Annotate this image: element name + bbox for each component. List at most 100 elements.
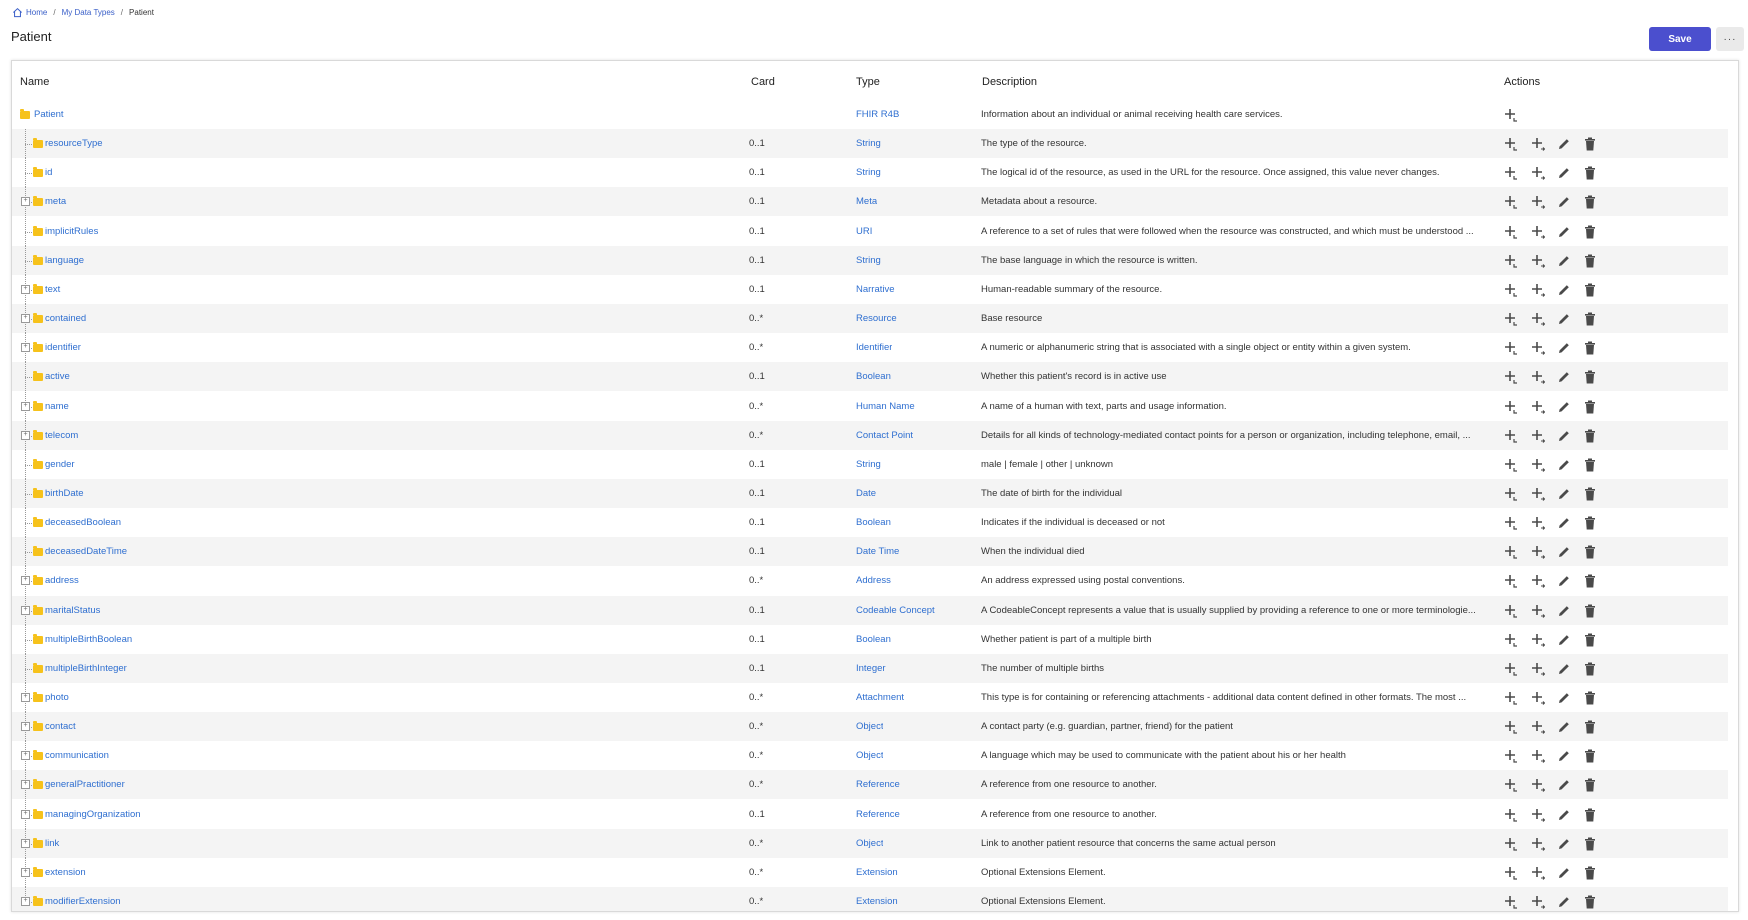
trash-icon[interactable] <box>1582 282 1598 298</box>
pencil-icon[interactable] <box>1556 719 1572 735</box>
add-child-icon[interactable] <box>1503 632 1519 648</box>
add-sibling-icon[interactable] <box>1530 282 1546 298</box>
table-row[interactable]: deceasedDateTime 0..1 Date Time When the in… <box>12 537 1728 567</box>
expand-toggle-icon[interactable]: + <box>21 809 30 819</box>
table-row[interactable]: + contained 0..* Resource Base resource <box>12 304 1728 334</box>
pencil-icon[interactable] <box>1556 544 1572 560</box>
node-name-link[interactable]: link <box>45 838 59 849</box>
pencil-icon[interactable] <box>1556 136 1572 152</box>
expand-toggle-icon[interactable]: + <box>21 576 30 586</box>
add-sibling-icon[interactable] <box>1530 836 1546 852</box>
add-sibling-icon[interactable] <box>1530 632 1546 648</box>
pencil-icon[interactable] <box>1556 165 1572 181</box>
type-link[interactable]: Human Name <box>856 401 915 412</box>
trash-icon[interactable] <box>1582 428 1598 444</box>
table-row[interactable]: + communication 0..* Object A language which… <box>12 741 1728 771</box>
table-row[interactable]: + extension 0..* Extension Optional Extensio… <box>12 857 1728 887</box>
pencil-icon[interactable] <box>1556 632 1572 648</box>
add-child-icon[interactable] <box>1503 719 1519 735</box>
pencil-icon[interactable] <box>1556 690 1572 706</box>
add-child-icon[interactable] <box>1503 399 1519 415</box>
trash-icon[interactable] <box>1582 369 1598 385</box>
expand-toggle-icon[interactable]: + <box>21 197 30 207</box>
pencil-icon[interactable] <box>1556 311 1572 327</box>
add-sibling-icon[interactable] <box>1530 690 1546 706</box>
type-link[interactable]: Extension <box>856 896 898 907</box>
add-sibling-icon[interactable] <box>1530 369 1546 385</box>
type-link[interactable]: URI <box>856 226 872 237</box>
trash-icon[interactable] <box>1582 340 1598 356</box>
pencil-icon[interactable] <box>1556 253 1572 269</box>
add-sibling-icon[interactable] <box>1530 428 1546 444</box>
trash-icon[interactable] <box>1582 836 1598 852</box>
trash-icon[interactable] <box>1582 807 1598 823</box>
type-link[interactable]: Identifier <box>856 342 892 353</box>
expand-toggle-icon[interactable]: + <box>21 897 30 907</box>
add-child-icon[interactable] <box>1503 311 1519 327</box>
pencil-icon[interactable] <box>1556 865 1572 881</box>
add-child-icon[interactable] <box>1503 486 1519 502</box>
trash-icon[interactable] <box>1582 486 1598 502</box>
breadcrumb-my-data-types-link[interactable]: My Data Types <box>62 8 115 17</box>
table-row[interactable]: Patient FHIR R4B Information about an indi… <box>12 100 1728 129</box>
add-sibling-icon[interactable] <box>1530 573 1546 589</box>
node-name-link[interactable]: multipleBirthBoolean <box>45 634 132 645</box>
trash-icon[interactable] <box>1582 136 1598 152</box>
node-name-link[interactable]: implicitRules <box>45 226 98 237</box>
trash-icon[interactable] <box>1582 457 1598 473</box>
add-child-icon[interactable] <box>1503 107 1519 123</box>
trash-icon[interactable] <box>1582 777 1598 793</box>
pencil-icon[interactable] <box>1556 282 1572 298</box>
type-link[interactable]: Integer <box>856 663 886 674</box>
trash-icon[interactable] <box>1582 894 1598 910</box>
add-child-icon[interactable] <box>1503 573 1519 589</box>
add-child-icon[interactable] <box>1503 603 1519 619</box>
node-name-link[interactable]: contained <box>45 313 86 324</box>
add-sibling-icon[interactable] <box>1530 777 1546 793</box>
table-row[interactable]: + identifier 0..* Identifier A numeric or al… <box>12 333 1728 363</box>
type-link[interactable]: Boolean <box>856 517 891 528</box>
expand-toggle-icon[interactable]: + <box>21 867 30 877</box>
add-child-icon[interactable] <box>1503 457 1519 473</box>
add-sibling-icon[interactable] <box>1530 194 1546 210</box>
type-link[interactable]: String <box>856 255 881 266</box>
type-link[interactable]: Object <box>856 750 883 761</box>
add-sibling-icon[interactable] <box>1530 165 1546 181</box>
type-link[interactable]: FHIR R4B <box>856 109 899 120</box>
add-sibling-icon[interactable] <box>1530 311 1546 327</box>
node-name-link[interactable]: extension <box>45 867 86 878</box>
type-link[interactable]: Reference <box>856 809 900 820</box>
add-child-icon[interactable] <box>1503 865 1519 881</box>
expand-toggle-icon[interactable]: + <box>21 401 30 411</box>
table-row[interactable]: deceasedBoolean 0..1 Boolean Indicates if t… <box>12 508 1728 538</box>
node-name-link[interactable]: multipleBirthInteger <box>45 663 127 674</box>
table-row[interactable]: + photo 0..* Attachment This type is for con… <box>12 683 1728 712</box>
node-name-link[interactable]: contact <box>45 721 76 732</box>
add-sibling-icon[interactable] <box>1530 253 1546 269</box>
table-row[interactable]: + text 0..1 Narrative Human-readable summary… <box>12 274 1728 304</box>
node-name-link[interactable]: Patient <box>34 109 64 120</box>
table-row[interactable]: active 0..1 Boolean Whether this patient's … <box>12 362 1728 392</box>
expand-toggle-icon[interactable]: + <box>21 314 30 324</box>
node-name-link[interactable]: photo <box>45 692 69 703</box>
type-link[interactable]: Address <box>856 575 891 586</box>
pencil-icon[interactable] <box>1556 340 1572 356</box>
trash-icon[interactable] <box>1582 544 1598 560</box>
node-name-link[interactable]: meta <box>45 196 66 207</box>
pencil-icon[interactable] <box>1556 807 1572 823</box>
add-child-icon[interactable] <box>1503 165 1519 181</box>
expand-toggle-icon[interactable]: + <box>21 284 30 294</box>
add-child-icon[interactable] <box>1503 777 1519 793</box>
node-name-link[interactable]: telecom <box>45 430 78 441</box>
pencil-icon[interactable] <box>1556 428 1572 444</box>
expand-toggle-icon[interactable]: + <box>21 838 30 848</box>
node-name-link[interactable]: address <box>45 575 79 586</box>
add-sibling-icon[interactable] <box>1530 224 1546 240</box>
add-child-icon[interactable] <box>1503 661 1519 677</box>
table-row[interactable]: + telecom 0..* Contact Point Details for all… <box>12 420 1728 450</box>
type-link[interactable]: Reference <box>856 779 900 790</box>
table-row[interactable]: implicitRules 0..1 URI A reference to a set… <box>12 216 1728 246</box>
trash-icon[interactable] <box>1582 515 1598 531</box>
table-row[interactable]: + link 0..* Object Link to another patient r… <box>12 828 1728 858</box>
home-icon[interactable] <box>12 7 23 18</box>
